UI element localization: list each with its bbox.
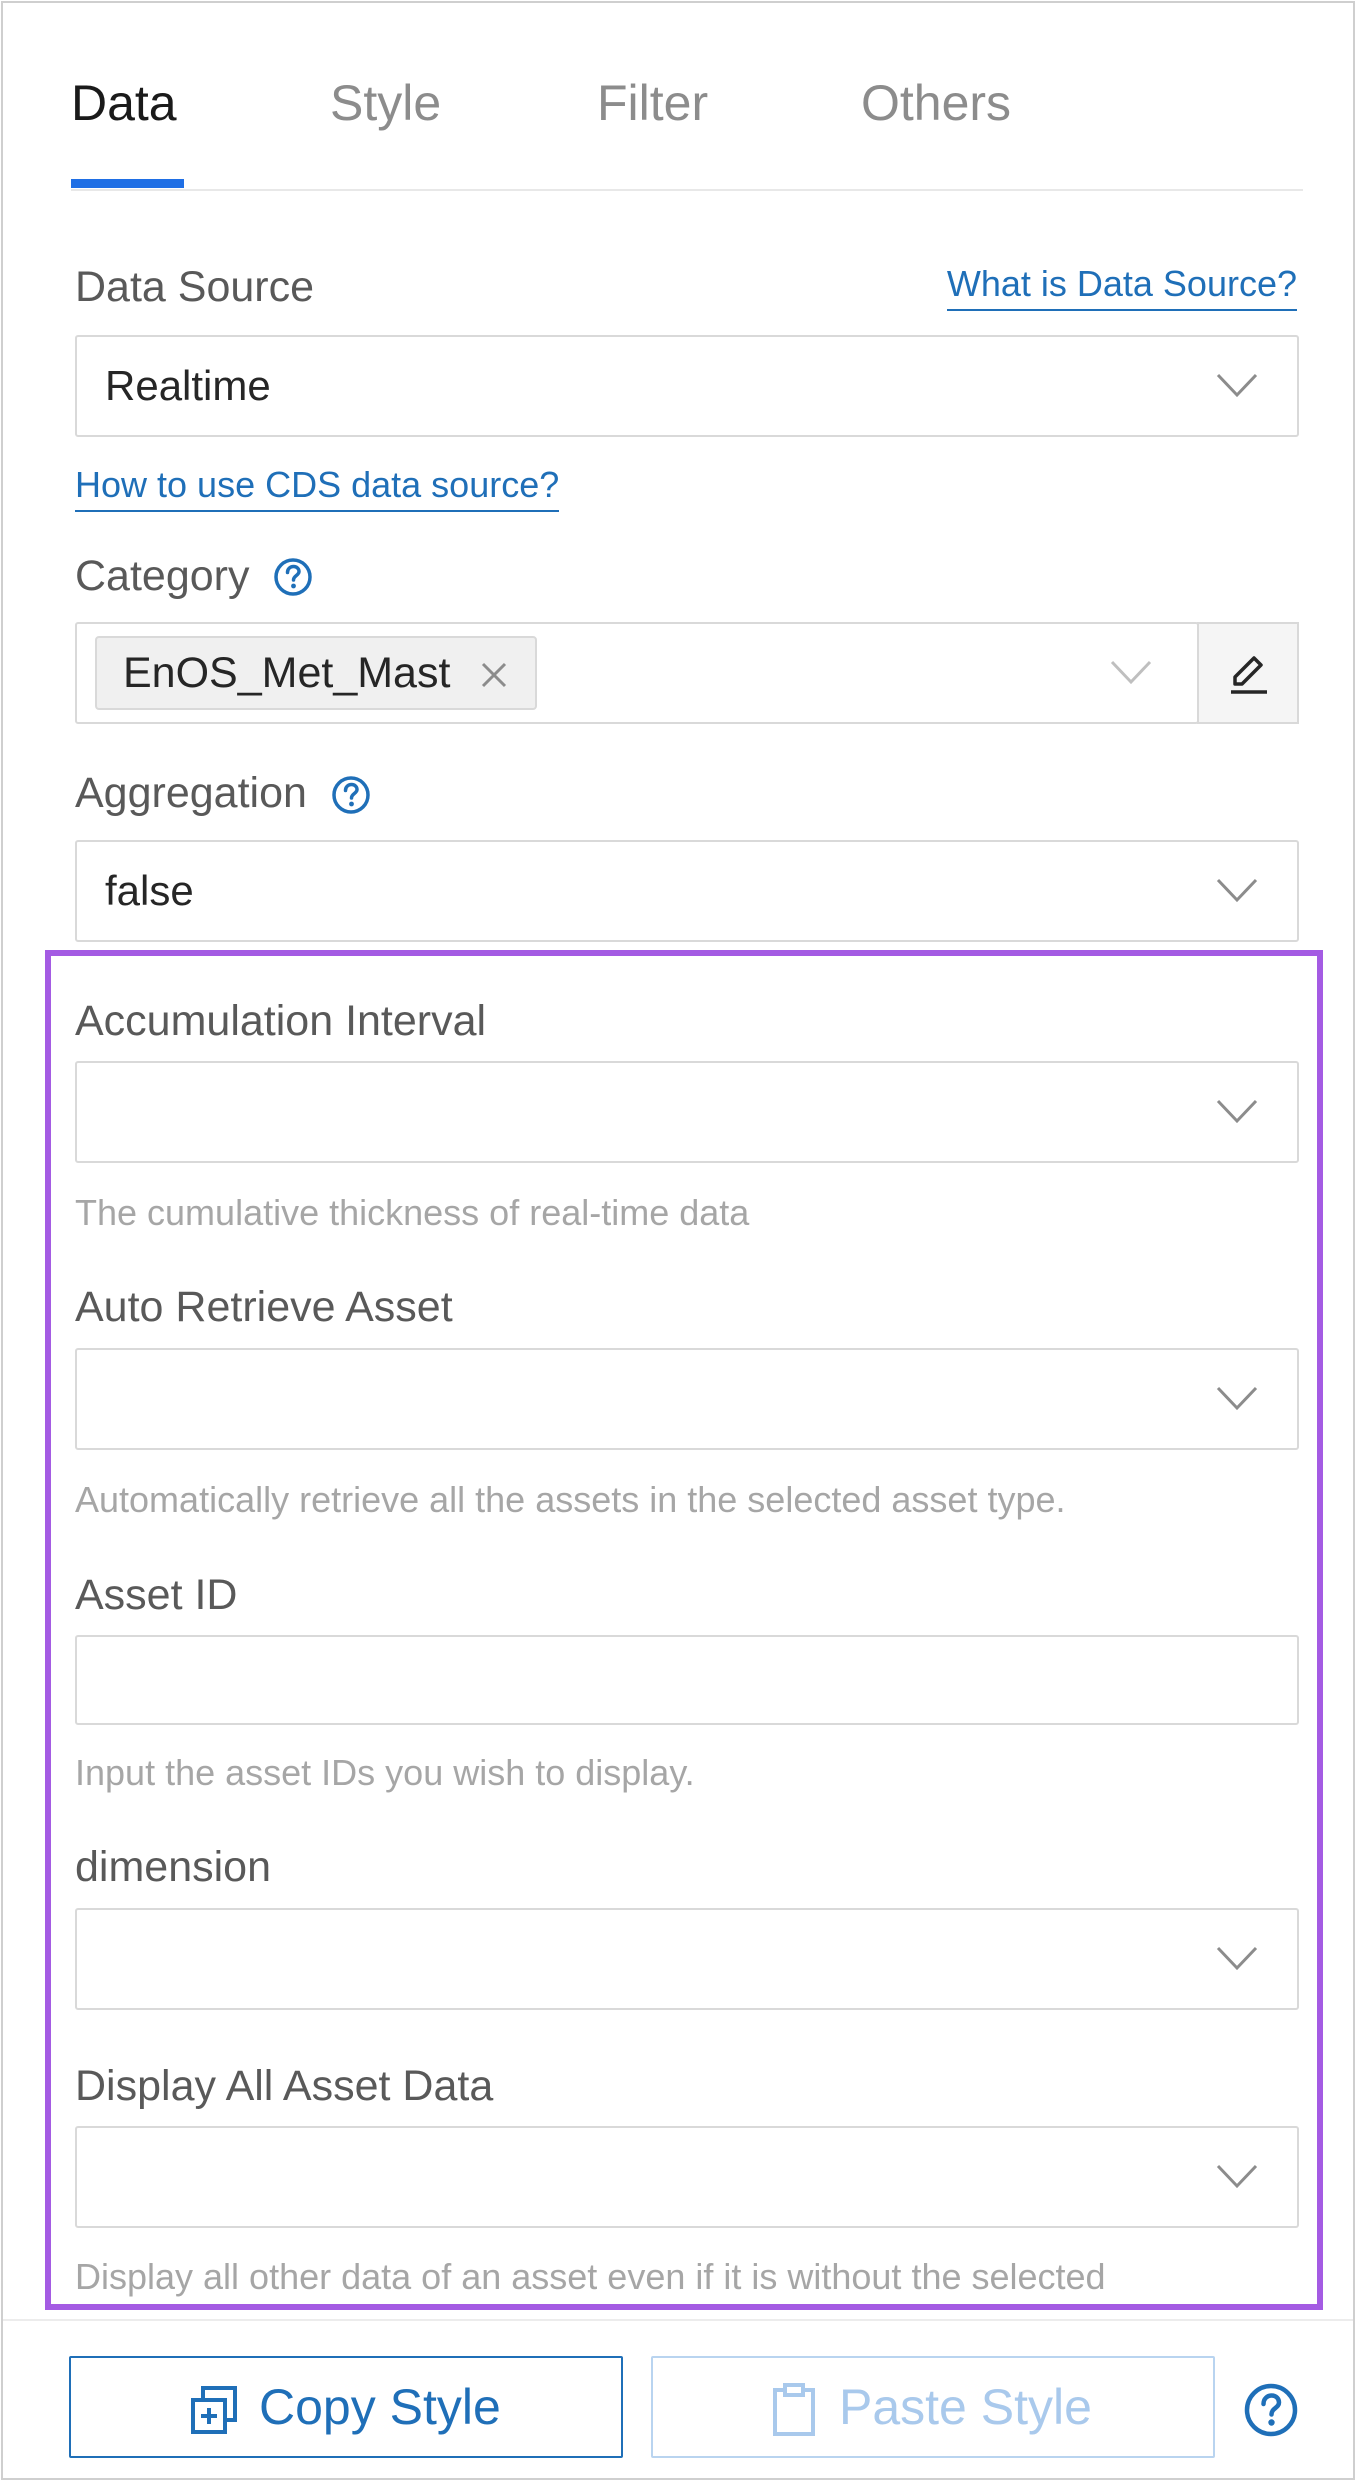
display-all-asset-data-select[interactable] [75,2126,1299,2228]
category-tag: EnOS_Met_Mast [95,636,537,710]
accumulation-interval-select[interactable] [75,1061,1299,1163]
accumulation-interval-label: Accumulation Interval [75,997,487,1045]
auto-retrieve-asset-select[interactable] [75,1348,1299,1450]
category-select[interactable]: EnOS_Met_Mast [75,622,1199,724]
copy-icon [191,2386,237,2434]
edit-icon [1231,656,1267,694]
active-tab-indicator [71,179,184,188]
asset-id-hint: Input the asset IDs you wish to display. [75,1752,695,1793]
auto-retrieve-asset-label: Auto Retrieve Asset [75,1283,453,1331]
dimension-select[interactable] [75,1908,1299,2010]
chevron-down-icon [1216,1946,1258,1971]
tab-bar: Data Style Filter Others [71,3,1303,191]
help-icon[interactable] [1243,2382,1299,2438]
copy-style-button[interactable]: Copy Style [69,2356,623,2458]
aggregation-value: false [105,867,194,914]
display-all-asset-data-hint: Display all other data of an asset even … [75,2256,1106,2297]
edit-category-button[interactable] [1197,622,1299,724]
data-source-value: Realtime [105,362,271,409]
tab-filter[interactable]: Filter [597,75,708,131]
paste-style-button[interactable]: Paste Style [651,2356,1215,2458]
chevron-down-icon [1110,660,1152,685]
dimension-label: dimension [75,1843,271,1891]
aggregation-select[interactable]: false [75,840,1299,942]
chevron-down-icon [1216,878,1258,903]
chevron-down-icon [1216,373,1258,398]
tab-style[interactable]: Style [330,75,441,131]
cds-data-source-link[interactable]: How to use CDS data source? [75,464,560,512]
display-all-asset-data-label: Display All Asset Data [75,2062,494,2110]
category-label: Category [75,552,250,600]
chevron-down-icon [1216,1099,1258,1124]
auto-retrieve-asset-hint: Automatically retrieve all the assets in… [75,1479,1066,1520]
data-source-label: Data Source [75,263,315,311]
category-help-icon[interactable] [273,557,313,597]
asset-id-label: Asset ID [75,1571,238,1619]
asset-id-input[interactable] [75,1635,1299,1725]
accumulation-interval-hint: The cumulative thickness of real-time da… [75,1192,750,1233]
copy-style-label: Copy Style [259,2379,501,2435]
data-source-select[interactable]: Realtime [75,335,1299,437]
tab-data[interactable]: Data [71,75,177,131]
aggregation-help-icon[interactable] [331,775,371,815]
what-is-data-source-link[interactable]: What is Data Source? [946,263,1297,311]
tab-others[interactable]: Others [861,75,1011,131]
data-config-panel: Data Style Filter Others Data Source Wha… [1,1,1355,2480]
chevron-down-icon [1216,2164,1258,2189]
footer-divider [3,2319,1353,2321]
paste-style-label: Paste Style [839,2379,1092,2435]
chevron-down-icon [1216,1386,1258,1411]
clipboard-icon [773,2383,815,2436]
aggregation-label: Aggregation [75,769,307,817]
category-tag-label: EnOS_Met_Mast [123,649,451,697]
close-icon[interactable] [479,660,509,690]
